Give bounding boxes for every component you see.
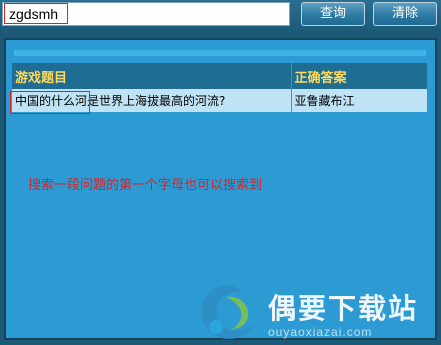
search-input[interactable] (2, 2, 290, 26)
answer-cell[interactable]: 亚鲁藏布江 (290, 89, 427, 112)
results-table: 游戏题目 正确答案 中国的什么河是世界上海拔最高的河流? 亚鲁藏布江 (12, 63, 427, 112)
table-header-row: 游戏题目 正确答案 (12, 63, 427, 89)
panel-divider (14, 50, 426, 56)
column-header-answer: 正确答案 (290, 63, 427, 89)
question-cell[interactable]: 中国的什么河是世界上海拔最高的河流? (12, 89, 291, 112)
table-row[interactable]: 中国的什么河是世界上海拔最高的河流? 亚鲁藏布江 (12, 89, 427, 112)
watermark-title: 偶要下载站 (268, 292, 419, 325)
watermark-logo-icon (202, 285, 254, 339)
search-hint-text: 搜索一段问题的第一个字母也可以搜索到 (28, 178, 263, 193)
clear-button[interactable]: 清除 (373, 2, 437, 26)
query-button[interactable]: 查询 (301, 2, 365, 26)
watermark-url: ouyaoxiazai.com (268, 325, 373, 339)
watermark: 偶要下载站 ouyaoxiazai.com (196, 281, 436, 343)
column-header-question: 游戏题目 (12, 63, 291, 89)
